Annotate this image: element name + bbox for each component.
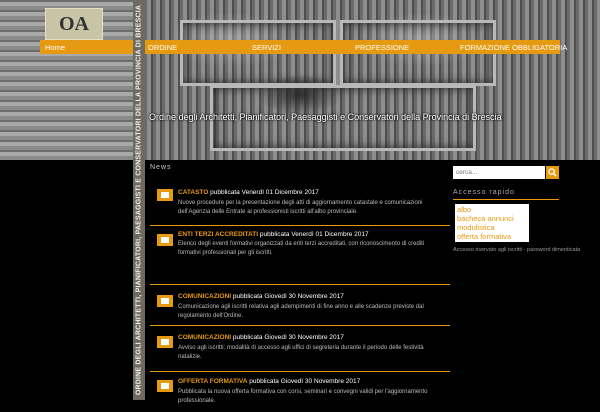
news-icon	[157, 380, 173, 392]
news-category-link[interactable]: COMUNICAZIONI	[178, 293, 231, 300]
nav-formazione-obbligatoria[interactable]: FORMAZIONE OBBLIGATORIA	[460, 43, 567, 52]
news-excerpt: Avviso agli iscritti: modalità di access…	[178, 345, 424, 360]
news-item: COMUNICAZIONI pubblicata Giovedì 30 Nove…	[150, 284, 450, 325]
news-item: COMUNICAZIONI pubblicata Giovedì 30 Nove…	[150, 325, 450, 371]
sidebar-heading: Accesso rapido	[453, 189, 515, 196]
quick-link-bacheca-annunci[interactable]: bacheca annunci	[457, 214, 527, 223]
reserved-access-note[interactable]: Accesso riservato agli iscritti - passwo…	[453, 247, 580, 253]
nav-home[interactable]: Home	[45, 43, 65, 52]
quick-link-modulistica[interactable]: modulistica	[457, 223, 527, 232]
logo[interactable]: OA	[45, 8, 103, 40]
nav-professione[interactable]: PROFESSIONE	[355, 43, 409, 52]
nav-ordine[interactable]: ORDINE	[148, 43, 177, 52]
news-excerpt: Elenco degli eventi formativi organizzat…	[178, 241, 425, 256]
news-item: CATASTO pubblicata Venerdì 01 Dicembre 2…	[150, 173, 450, 225]
news-icon	[157, 336, 173, 348]
news-excerpt: Comunicazione agli iscritti relativa agl…	[178, 304, 424, 319]
search-button[interactable]	[546, 166, 559, 179]
news-item: ENTI TERZI ACCREDITATI pubblicata Venerd…	[150, 225, 450, 284]
news-date: pubblicata Venerdì 01 Dicembre 2017	[210, 189, 319, 196]
news-icon	[157, 295, 173, 307]
news-icon	[157, 234, 173, 246]
news-category-link[interactable]: CATASTO	[178, 189, 208, 196]
nav-servizi[interactable]: SERVIZI	[252, 43, 281, 52]
news-item: OFFERTA FORMATIVA pubblicata Giovedì 30 …	[150, 371, 450, 412]
news-date: pubblicata Giovedì 30 Novembre 2017	[232, 334, 344, 341]
vertical-organization-title: ORDINE DEGLI ARCHITETTI, PIANIFICATORI, …	[135, 4, 143, 396]
news-icon	[157, 189, 173, 201]
organization-title: Ordine degli Architetti, Pianificatori, …	[149, 112, 502, 122]
news-category-link[interactable]: ENTI TERZI ACCREDITATI	[178, 231, 258, 238]
news-excerpt: Nuove procedure per la presentazione deg…	[178, 200, 423, 215]
news-excerpt: Pubblicata la nuova offerta formativa co…	[178, 389, 428, 404]
news-date: pubblicata Giovedì 30 Novembre 2017	[249, 378, 361, 385]
news-date: pubblicata Venerdì 01 Dicembre 2017	[259, 231, 369, 238]
news-date: pubblicata Giovedì 30 Novembre 2017	[232, 293, 344, 300]
section-title: News	[150, 164, 172, 171]
sidebar-divider	[453, 199, 559, 200]
quick-link-albo[interactable]: albo	[457, 205, 527, 214]
search-icon	[548, 168, 557, 177]
quick-links: albo bacheca annunci modulistica offerta…	[455, 204, 529, 242]
main-navigation: Home ORDINE SERVIZI PROFESSIONE FORMAZIO…	[40, 40, 567, 54]
news-category-link[interactable]: COMUNICAZIONI	[178, 334, 231, 341]
news-section: News CATASTO pubblicata Venerdì 01 Dicem…	[150, 164, 450, 412]
quick-link-offerta-formativa[interactable]: offerta formativa	[457, 232, 527, 241]
search-input[interactable]	[453, 166, 545, 179]
news-category-link[interactable]: OFFERTA FORMATIVA	[178, 378, 247, 385]
